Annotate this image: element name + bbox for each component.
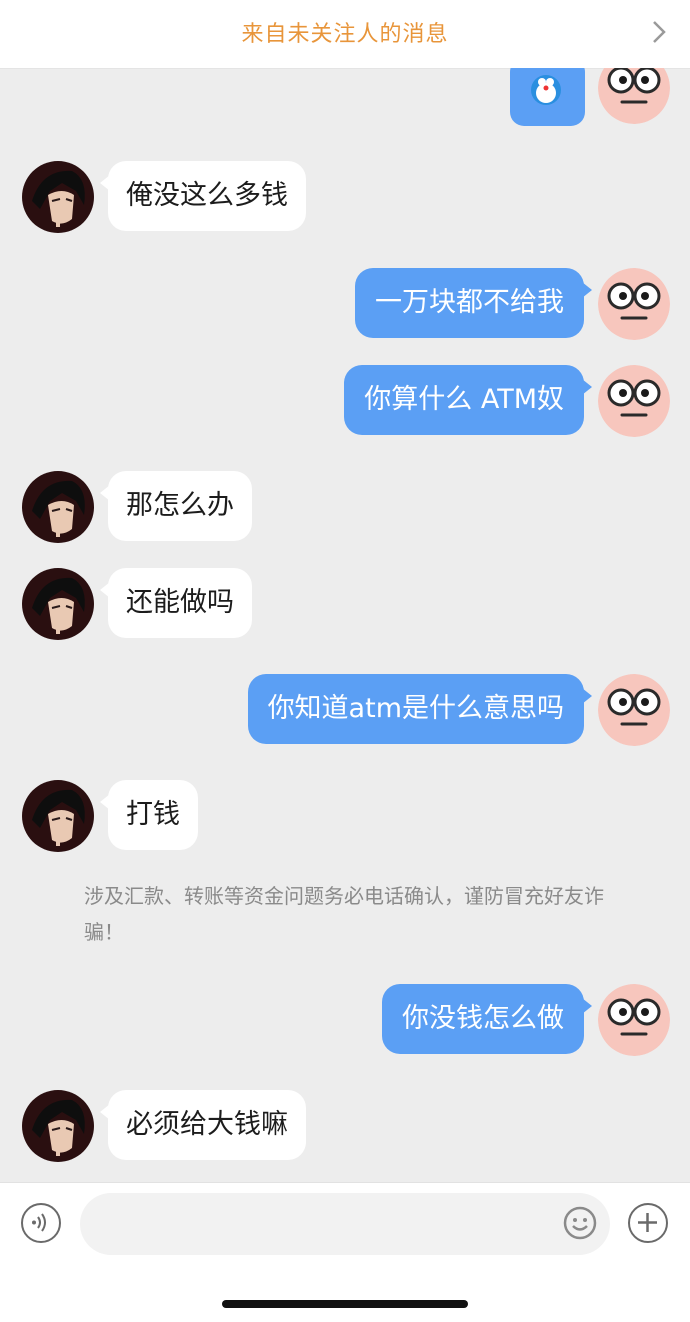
chat-area[interactable]: 俺没这么多钱 一万块都不给我 你算什么 ATM奴 那怎么办 还能做吗 你知道at… xyxy=(0,68,690,1182)
my-avatar[interactable] xyxy=(598,984,670,1056)
doraemon-sticker-icon xyxy=(531,75,561,105)
outgoing-message[interactable]: 你知道atm是什么意思吗 xyxy=(247,674,593,744)
anime-character-avatar-icon xyxy=(22,780,94,852)
cartoon-face-avatar-icon xyxy=(598,984,670,1056)
my-avatar[interactable] xyxy=(598,268,670,340)
cartoon-face-avatar-icon xyxy=(598,674,670,746)
chevron-right-icon[interactable] xyxy=(652,20,666,44)
my-avatar[interactable] xyxy=(598,674,670,746)
outgoing-message[interactable]: 一万块都不给我 xyxy=(355,268,592,338)
banner-title: 来自未关注人的消息 xyxy=(241,22,449,47)
contact-avatar[interactable] xyxy=(22,161,94,233)
anime-character-avatar-icon xyxy=(22,161,94,233)
contact-avatar[interactable] xyxy=(22,1090,94,1162)
message-input[interactable] xyxy=(80,1193,610,1255)
voice-wave-icon xyxy=(32,1213,46,1232)
outgoing-message[interactable]: 你算什么 ATM奴 xyxy=(344,365,592,435)
home-indicator[interactable] xyxy=(222,1300,468,1308)
incoming-message[interactable]: 那怎么办 xyxy=(100,471,252,541)
incoming-message[interactable]: 必须给大钱嘛 xyxy=(100,1090,306,1160)
sticker-message[interactable] xyxy=(510,68,585,126)
cartoon-face-avatar-icon xyxy=(598,268,670,340)
anime-character-avatar-icon xyxy=(22,471,94,543)
incoming-message[interactable]: 打钱 xyxy=(100,780,198,850)
unfollowed-messages-banner[interactable]: 来自未关注人的消息 xyxy=(0,0,690,69)
contact-avatar[interactable] xyxy=(22,568,94,640)
outgoing-message[interactable]: 你没钱怎么做 xyxy=(382,984,592,1054)
cartoon-face-avatar-icon xyxy=(598,68,670,124)
cartoon-face-avatar-icon xyxy=(598,365,670,437)
incoming-message[interactable]: 还能做吗 xyxy=(100,568,252,638)
add-icon xyxy=(638,1213,657,1232)
emoji-icon[interactable] xyxy=(562,1205,598,1241)
security-notice: 涉及汇款、转账等资金问题务必电话确认，谨防冒充好友诈骗！ xyxy=(84,884,604,944)
my-avatar[interactable] xyxy=(598,68,670,124)
anime-character-avatar-icon xyxy=(22,568,94,640)
voice-icon[interactable] xyxy=(21,1203,61,1243)
anime-character-avatar-icon xyxy=(22,1090,94,1162)
contact-avatar[interactable] xyxy=(22,780,94,852)
contact-avatar[interactable] xyxy=(22,471,94,543)
my-avatar[interactable] xyxy=(598,365,670,437)
incoming-message[interactable]: 俺没这么多钱 xyxy=(100,161,306,231)
plus-icon[interactable] xyxy=(628,1203,668,1243)
